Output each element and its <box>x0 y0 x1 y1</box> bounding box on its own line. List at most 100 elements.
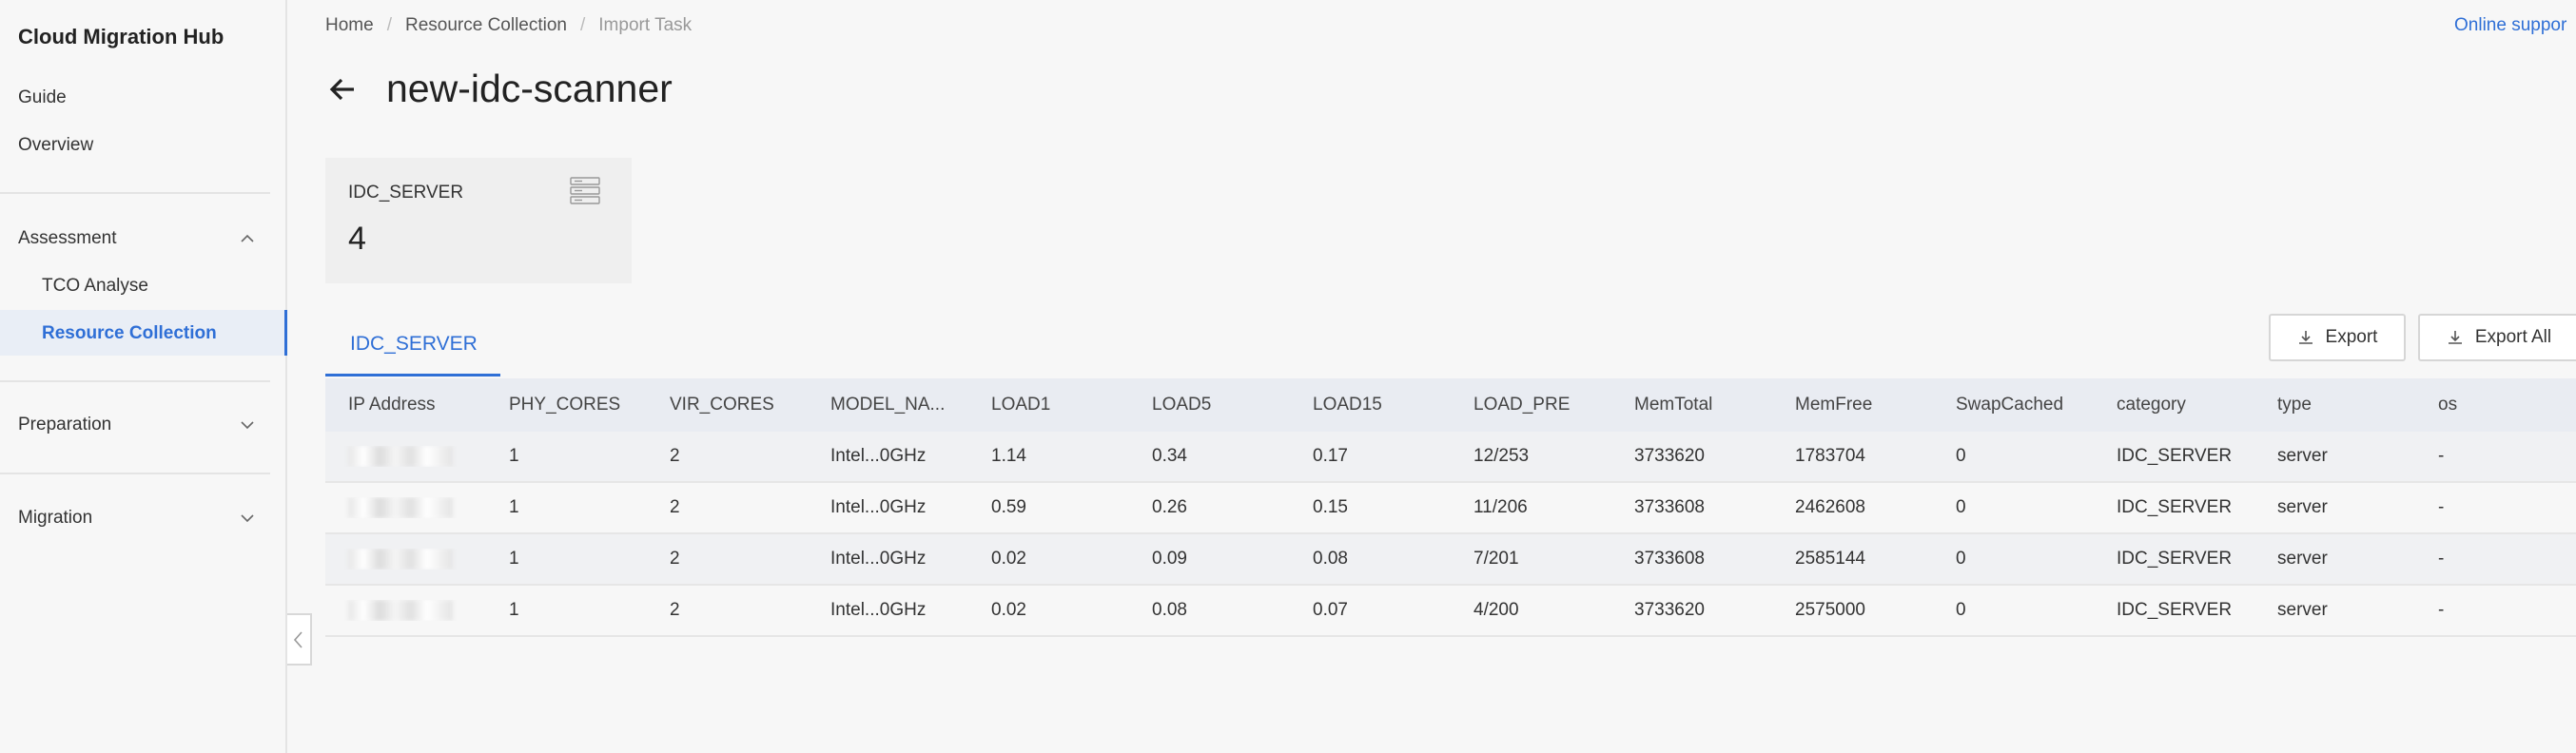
table-row: 1 2 Intel...0GHz 0.59 0.26 0.15 11/206 3… <box>325 483 2576 534</box>
online-support-link[interactable]: Online suppor <box>2454 15 2566 36</box>
cell-vir-cores: 2 <box>670 497 680 517</box>
sidebar-group-label: Migration <box>18 508 93 528</box>
sidebar-group-preparation[interactable]: Preparation <box>18 415 256 435</box>
cell-phy-cores: 1 <box>509 497 519 517</box>
breadcrumb: Home / Resource Collection / Import Task <box>325 15 692 36</box>
cell-type: server <box>2277 497 2328 517</box>
sidebar-divider <box>0 473 270 474</box>
sidebar-group-migration[interactable]: Migration <box>18 508 256 529</box>
breadcrumb-separator: / <box>580 15 586 35</box>
column-header-model-name[interactable]: MODEL_NA... <box>808 395 968 415</box>
cell-load5: 0.26 <box>1152 497 1187 517</box>
column-header-memfree[interactable]: MemFree <box>1772 395 1933 415</box>
column-header-os[interactable]: os <box>2415 395 2576 415</box>
sidebar-item-resource-collection[interactable]: Resource Collection <box>42 323 217 344</box>
export-button-label: Export <box>2325 327 2378 347</box>
cell-memfree: 2575000 <box>1795 600 1865 620</box>
back-arrow-icon[interactable] <box>325 72 360 106</box>
export-all-button[interactable]: Export All <box>2418 314 2576 361</box>
cell-model-name: Intel...0GHz <box>830 600 927 620</box>
cell-category: IDC_SERVER <box>2117 549 2233 569</box>
column-header-memtotal[interactable]: MemTotal <box>1611 395 1772 415</box>
cell-load15: 0.17 <box>1313 446 1348 466</box>
cell-os: - <box>2438 497 2445 517</box>
stat-card: IDC_SERVER 4 <box>325 158 632 283</box>
cell-ip-address <box>325 445 486 467</box>
cell-load1: 0.02 <box>991 600 1026 620</box>
resource-table: IP Address PHY_CORES VIR_CORES MODEL_NA.… <box>325 378 2576 637</box>
cell-load5: 0.34 <box>1152 446 1187 466</box>
app-root: Cloud Migration Hub Guide Overview Asses… <box>0 0 2576 753</box>
cell-vir-cores: 2 <box>670 600 680 620</box>
sidebar-item-overview[interactable]: Overview <box>18 135 93 156</box>
export-all-button-label: Export All <box>2474 327 2552 347</box>
chevron-down-icon <box>241 514 254 523</box>
cell-load1: 0.59 <box>991 497 1026 517</box>
cell-phy-cores: 1 <box>509 549 519 569</box>
sidebar-group-label: Preparation <box>18 415 112 434</box>
sidebar: Cloud Migration Hub Guide Overview Asses… <box>0 0 287 753</box>
cell-load1: 0.02 <box>991 549 1026 569</box>
sidebar-group-assessment[interactable]: Assessment <box>18 228 256 249</box>
cell-type: server <box>2277 446 2328 466</box>
cell-type: server <box>2277 549 2328 569</box>
cell-load-pre: 11/206 <box>1473 497 1528 517</box>
table-header: IP Address PHY_CORES VIR_CORES MODEL_NA.… <box>325 378 2576 432</box>
cell-swapcached: 0 <box>1956 446 1966 466</box>
server-icon <box>570 177 600 204</box>
cell-load-pre: 12/253 <box>1473 446 1530 466</box>
breadcrumb-current: Import Task <box>598 15 693 35</box>
app-brand: Cloud Migration Hub <box>18 25 224 48</box>
export-button[interactable]: Export <box>2269 314 2406 361</box>
cell-ip-address <box>325 599 486 621</box>
download-icon <box>2448 331 2462 344</box>
cell-swapcached: 0 <box>1956 497 1966 517</box>
sidebar-item-guide[interactable]: Guide <box>18 87 67 108</box>
cell-model-name: Intel...0GHz <box>830 446 927 466</box>
sidebar-divider <box>0 192 270 194</box>
cell-model-name: Intel...0GHz <box>830 497 927 517</box>
sidebar-item-tco-analyse[interactable]: TCO Analyse <box>42 276 148 297</box>
redacted-ip <box>348 548 453 570</box>
cell-load15: 0.15 <box>1313 497 1348 517</box>
column-header-category[interactable]: category <box>2094 395 2254 415</box>
cell-load15: 0.07 <box>1313 600 1348 620</box>
breadcrumb-home[interactable]: Home <box>325 15 374 36</box>
cell-category: IDC_SERVER <box>2117 446 2233 466</box>
cell-vir-cores: 2 <box>670 446 680 466</box>
column-header-load15[interactable]: LOAD15 <box>1290 395 1451 415</box>
table-row: 1 2 Intel...0GHz 0.02 0.08 0.07 4/200 37… <box>325 586 2576 637</box>
column-header-ip-address[interactable]: IP Address <box>325 395 486 415</box>
page-header: new-idc-scanner <box>325 67 673 111</box>
stat-card-value: 4 <box>348 221 366 257</box>
breadcrumb-resource-collection[interactable]: Resource Collection <box>405 15 567 36</box>
cell-load5: 0.08 <box>1152 600 1187 620</box>
table-row: 1 2 Intel...0GHz 1.14 0.34 0.17 12/253 3… <box>325 432 2576 483</box>
column-header-load-pre[interactable]: LOAD_PRE <box>1451 395 1611 415</box>
breadcrumb-separator: / <box>386 15 392 35</box>
cell-memfree: 2585144 <box>1795 549 1865 569</box>
column-header-swapcached[interactable]: SwapCached <box>1933 395 2094 415</box>
cell-load5: 0.09 <box>1152 549 1187 569</box>
column-header-phy-cores[interactable]: PHY_CORES <box>486 395 647 415</box>
download-icon <box>2298 331 2313 344</box>
cell-memtotal: 3733608 <box>1634 497 1705 517</box>
redacted-ip <box>348 599 453 621</box>
cell-memfree: 2462608 <box>1795 497 1865 517</box>
cell-memtotal: 3733620 <box>1634 446 1705 466</box>
cell-ip-address <box>325 548 486 570</box>
main-content: Home / Resource Collection / Import Task… <box>287 0 2576 753</box>
chevron-down-icon <box>241 421 254 430</box>
column-header-load1[interactable]: LOAD1 <box>968 395 1129 415</box>
cell-load-pre: 4/200 <box>1473 600 1519 620</box>
cell-memtotal: 3733620 <box>1634 600 1705 620</box>
cell-os: - <box>2438 600 2445 620</box>
cell-ip-address <box>325 496 486 518</box>
column-header-type[interactable]: type <box>2254 395 2415 415</box>
column-header-vir-cores[interactable]: VIR_CORES <box>647 395 808 415</box>
cell-category: IDC_SERVER <box>2117 600 2233 620</box>
cell-load1: 1.14 <box>991 446 1026 466</box>
column-header-load5[interactable]: LOAD5 <box>1129 395 1290 415</box>
tab-idc-server[interactable]: IDC_SERVER <box>325 318 500 376</box>
cell-swapcached: 0 <box>1956 600 1966 620</box>
